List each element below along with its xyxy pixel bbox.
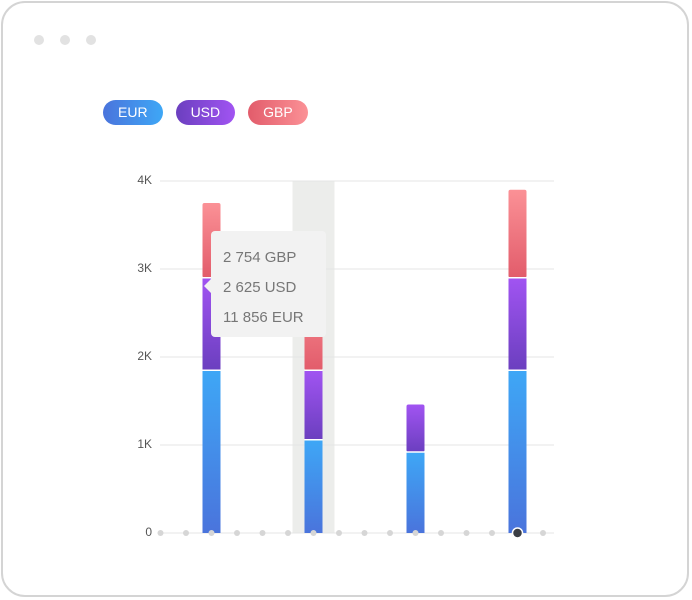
stacked-bar[interactable] — [508, 189, 527, 533]
x-axis-dot[interactable] — [183, 530, 189, 536]
x-axis-dot[interactable] — [489, 530, 495, 536]
bar-segment-gbp[interactable] — [508, 189, 527, 278]
tooltip-gbp: 2 754 GBP — [223, 249, 297, 266]
x-axis-dot[interactable] — [387, 530, 393, 536]
bar-segment-eur[interactable] — [406, 452, 425, 533]
bar-segment-eur[interactable] — [202, 370, 221, 533]
x-axis-dot[interactable] — [540, 530, 546, 536]
x-axis-dot[interactable] — [412, 530, 419, 536]
x-axis-dot[interactable] — [208, 530, 215, 536]
y-tick-label: 3K — [137, 261, 152, 275]
bar-tooltip: 2 754 GBP 2 625 USD 11 856 EUR — [204, 231, 326, 337]
x-axis-dot[interactable] — [234, 530, 240, 536]
x-axis-dot[interactable] — [336, 530, 342, 536]
stacked-bar-chart: 0 1K 2K 3K 4K — [137, 173, 554, 539]
bar-segment-eur[interactable] — [508, 370, 527, 533]
y-tick-label: 2K — [137, 349, 152, 363]
x-axis-dot[interactable] — [438, 530, 444, 536]
stacked-bar[interactable] — [406, 404, 425, 533]
x-axis-dot[interactable] — [361, 530, 368, 536]
bar-segment-usd[interactable] — [508, 277, 527, 371]
x-axis-dot[interactable] — [310, 530, 317, 536]
tooltip-eur: 11 856 EUR — [223, 309, 304, 326]
x-axis-dot[interactable] — [157, 530, 164, 536]
x-axis-dot-active[interactable] — [511, 527, 524, 539]
bar-segment-eur[interactable] — [304, 439, 323, 533]
x-axis-dot[interactable] — [463, 530, 470, 536]
y-tick-label: 1K — [137, 437, 152, 451]
bar-segment-usd[interactable] — [406, 404, 425, 453]
y-tick-label: 4K — [137, 173, 152, 187]
y-tick-label: 0 — [145, 525, 152, 539]
x-axis-dot[interactable] — [285, 530, 291, 536]
x-axis-dot[interactable] — [259, 530, 266, 536]
tooltip-usd: 2 625 USD — [223, 279, 297, 296]
bar-segment-usd[interactable] — [304, 370, 323, 440]
